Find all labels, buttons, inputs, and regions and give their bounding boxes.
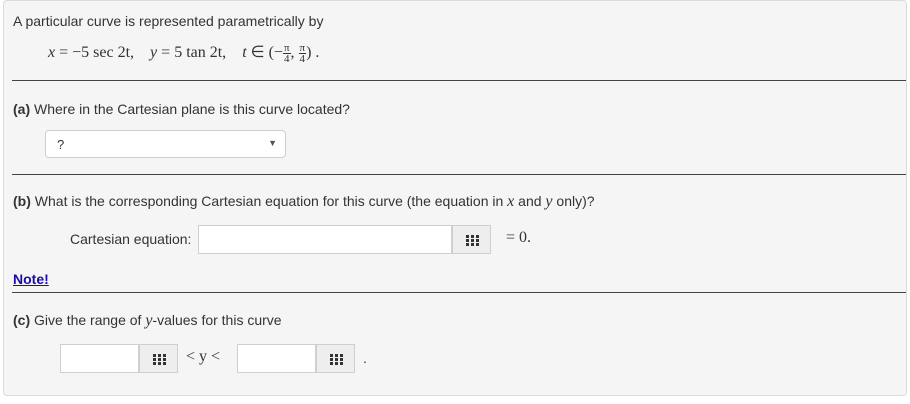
math-palette-button[interactable] xyxy=(139,344,178,373)
grid-icon xyxy=(329,353,343,365)
curve-location-select[interactable]: ? ▼ xyxy=(45,130,286,158)
divider xyxy=(12,292,906,293)
divider xyxy=(12,174,906,175)
y-upper-bound-input[interactable] xyxy=(237,344,316,373)
select-value: ? xyxy=(57,137,65,152)
math-palette-button[interactable] xyxy=(452,225,491,254)
period: . xyxy=(363,350,367,366)
y-lower-bound-input[interactable] xyxy=(60,344,139,373)
intro-text: A particular curve is represented parame… xyxy=(13,13,324,29)
parametric-equation: x = −5 sec 2t, y = 5 tan 2t, t ∈ (− π 4, π… xyxy=(48,41,320,65)
math-palette-button[interactable] xyxy=(316,344,355,373)
chevron-down-icon: ▼ xyxy=(268,138,277,148)
cartesian-equation-input[interactable] xyxy=(198,225,452,254)
y-inequality: < y < xyxy=(186,348,221,365)
equals-zero: = 0. xyxy=(506,229,532,246)
grid-icon xyxy=(465,234,479,246)
part-c-question: (c) Give the range of y-values for this … xyxy=(13,312,282,329)
grid-icon xyxy=(152,353,166,365)
note-link[interactable]: Note! xyxy=(13,271,49,287)
cartesian-equation-label: Cartesian equation: xyxy=(70,231,192,247)
part-a-question: (a) Where in the Cartesian plane is this… xyxy=(13,101,350,117)
part-b-question: (b) What is the corresponding Cartesian … xyxy=(13,193,595,210)
divider xyxy=(12,80,906,81)
